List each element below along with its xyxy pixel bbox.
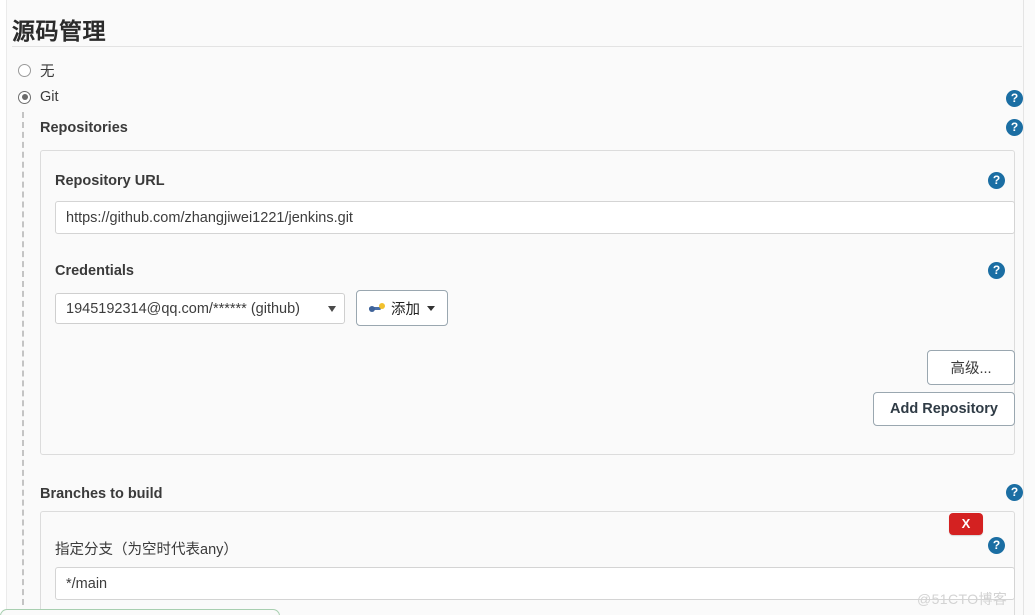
credentials-select[interactable]: 1945192314@qq.com/****** (github) — [55, 293, 345, 324]
branch-specifier-label: 指定分支（为空时代表any） — [55, 542, 238, 558]
scm-configuration-page: 源码管理 无 Git ? ? Repositories Repository U… — [0, 0, 1035, 615]
git-group-rail — [22, 112, 24, 615]
add-credentials-button[interactable]: 添加 — [356, 290, 448, 326]
scm-option-none[interactable]: 无 — [18, 60, 55, 81]
repository-url-input[interactable] — [55, 201, 1015, 234]
help-icon-repository-url[interactable]: ? — [988, 172, 1005, 189]
branch-specifier-input[interactable] — [55, 567, 1015, 600]
credentials-label: Credentials — [55, 263, 134, 279]
advanced-button[interactable]: 高级... — [927, 350, 1015, 385]
help-icon-git[interactable]: ? — [1006, 90, 1023, 107]
scm-option-git-label: Git — [40, 89, 59, 105]
page-left-rail — [0, 0, 7, 615]
credentials-select-wrapper[interactable]: 1945192314@qq.com/****** (github) — [55, 293, 345, 324]
bottom-partial-panel — [0, 609, 280, 615]
repository-url-label: Repository URL — [55, 173, 165, 189]
radio-none[interactable] — [18, 64, 31, 77]
help-icon-branch-specifier[interactable]: ? — [988, 537, 1005, 554]
help-icon-credentials[interactable]: ? — [988, 262, 1005, 279]
page-title: 源码管理 — [12, 18, 106, 44]
radio-git[interactable] — [18, 90, 31, 104]
help-icon-repositories[interactable]: ? — [1006, 119, 1023, 136]
chevron-down-icon — [427, 305, 435, 311]
page-right-rail — [1023, 0, 1035, 615]
branches-group-label: Branches to build — [40, 486, 163, 502]
key-icon — [369, 302, 386, 314]
title-divider — [12, 46, 1022, 47]
scm-option-none-label: 无 — [40, 64, 55, 80]
help-icon-branches[interactable]: ? — [1006, 484, 1023, 501]
delete-branch-button[interactable]: X — [949, 513, 983, 535]
repositories-group-label: Repositories — [40, 120, 128, 136]
add-repository-button[interactable]: Add Repository — [873, 392, 1015, 426]
chevron-down-icon — [328, 305, 336, 312]
scm-option-git[interactable]: Git — [18, 89, 59, 105]
add-credentials-label: 添加 — [391, 301, 420, 318]
